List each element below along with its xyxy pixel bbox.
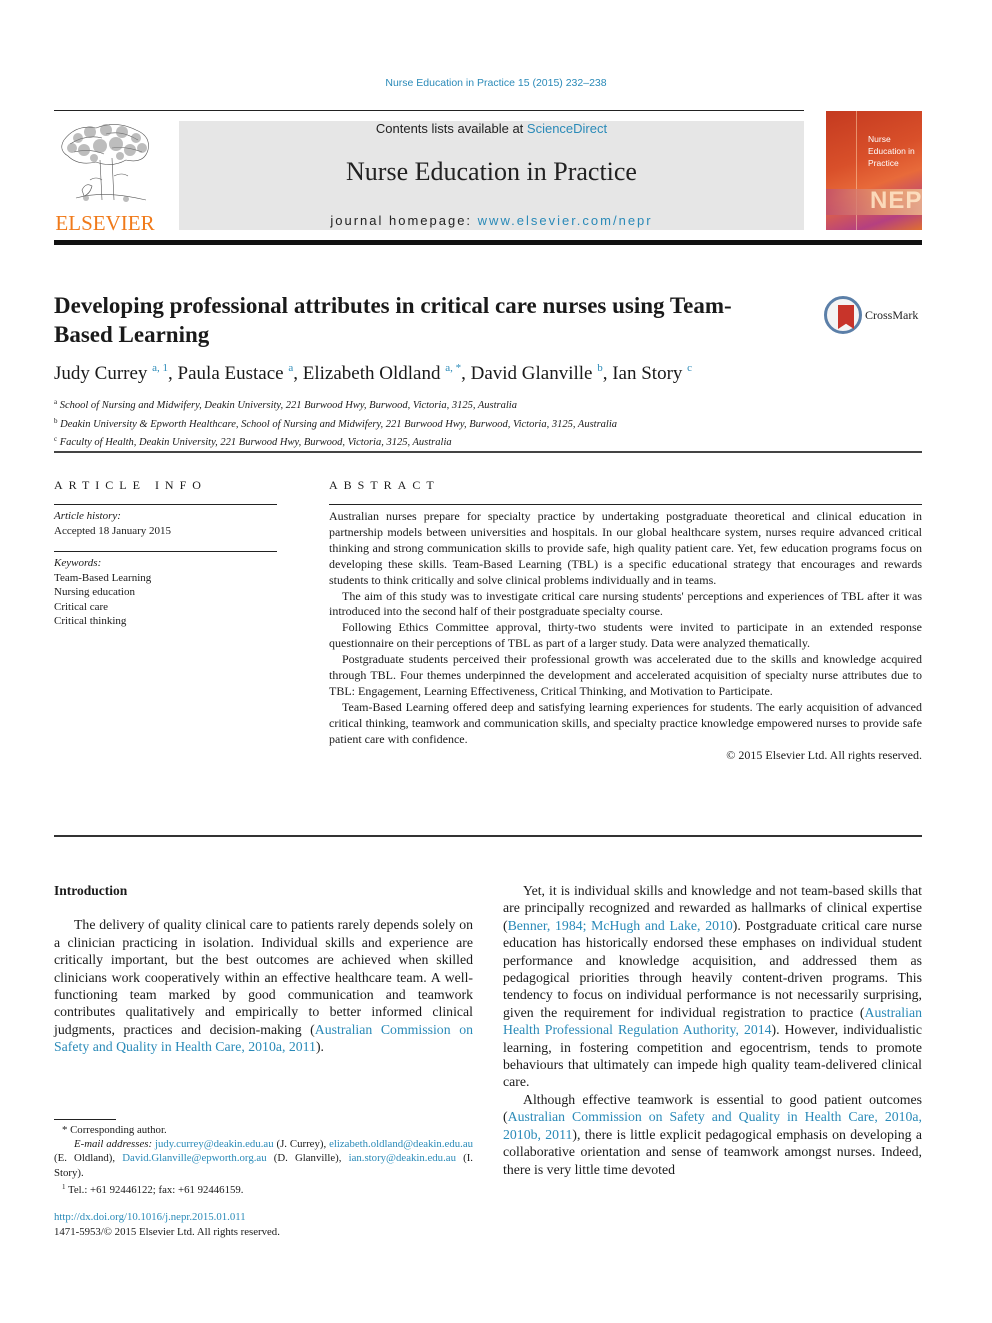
keyword-item: Nursing education — [54, 586, 135, 598]
article-history: Article history: Accepted 18 January 201… — [54, 509, 277, 538]
body-text: The delivery of quality clinical care to… — [54, 917, 473, 1037]
body-paragraph: Yet, it is individual skills and knowled… — [503, 882, 922, 1091]
running-head[interactable]: Nurse Education in Practice 15 (2015) 23… — [0, 77, 992, 89]
email-footnote: E-mail addresses: judy.currey@deakin.edu… — [54, 1137, 473, 1180]
abstract-paragraph: Following Ethics Committee approval, thi… — [329, 620, 922, 651]
divider — [54, 835, 922, 837]
body-paragraph: The delivery of quality clinical care to… — [54, 916, 473, 1055]
elsevier-logo[interactable]: ELSEVIER — [54, 118, 156, 234]
abstract-copyright: © 2015 Elsevier Ltd. All rights reserved… — [726, 747, 922, 762]
tel-footnote: 1 Tel.: +61 92446122; fax: +61 92446159. — [54, 1180, 473, 1197]
email-link[interactable]: David.Glanville@epworth.org.au — [122, 1152, 266, 1164]
abstract-heading: ABSTRACT — [329, 478, 440, 492]
affiliation-mark: b — [54, 416, 58, 425]
journal-homepage: journal homepage: www.elsevier.com/nepr — [179, 213, 804, 228]
affiliation-mark: a — [54, 398, 58, 406]
author-name: Paula Eustace — [177, 363, 284, 384]
keywords-label: Keywords: — [54, 557, 102, 569]
email-owner: (J. Currey), — [273, 1138, 330, 1151]
author-affiliation-mark[interactable]: a — [288, 362, 293, 374]
footnotes: * Corresponding author. E-mail addresses… — [54, 1123, 473, 1197]
cover-title-line: Education in — [868, 146, 915, 156]
crossmark-button[interactable]: CrossMark — [824, 296, 924, 334]
footnote-rule — [54, 1119, 116, 1120]
top-rule — [54, 110, 804, 111]
cover-title-line: Nurse — [868, 134, 891, 144]
author-affiliation-mark[interactable]: b — [597, 362, 603, 374]
affiliation-mark: c — [54, 435, 58, 443]
contents-prefix: Contents lists available at — [375, 121, 527, 136]
author-name: David Glanville — [470, 363, 593, 384]
keyword-item: Critical thinking — [54, 615, 127, 627]
contents-availability: Contents lists available at ScienceDirec… — [179, 121, 804, 136]
divider — [329, 504, 922, 505]
author-list: Judy Currey a, 1, Paula Eustace a, Eliza… — [54, 362, 693, 384]
body-paragraph: Although effective teamwork is essential… — [503, 1091, 922, 1178]
keywords: Keywords: Team-Based Learning Nursing ed… — [54, 556, 277, 629]
body-text: ). — [315, 1039, 324, 1055]
history-value: Accepted 18 January 2015 — [54, 524, 171, 537]
doi-block: http://dx.doi.org/10.1016/j.nepr.2015.01… — [54, 1210, 473, 1240]
cover-title: Nurse Education in Practice — [868, 133, 915, 169]
author-affiliation-mark[interactable]: c — [687, 362, 692, 374]
cover-acronym: NEP — [870, 187, 922, 214]
homepage-prefix: journal homepage: — [330, 213, 478, 228]
affiliation-item: a School of Nursing and Midwifery, Deaki… — [54, 395, 914, 414]
crossmark-label: CrossMark — [865, 308, 919, 322]
affiliation-text: School of Nursing and Midwifery, Deakin … — [59, 400, 517, 411]
abstract-paragraph: Postgraduate students perceived their pr… — [329, 652, 922, 698]
email-link[interactable]: judy.currey@deakin.edu.au — [155, 1138, 274, 1150]
doi-link[interactable]: http://dx.doi.org/10.1016/j.nepr.2015.01… — [54, 1211, 246, 1223]
elsevier-wordmark: ELSEVIER — [55, 211, 155, 235]
divider — [54, 504, 277, 505]
author-affiliation-mark[interactable]: a, 1 — [152, 362, 168, 374]
keyword-item: Critical care — [54, 600, 109, 613]
article-title: Developing professional attributes in cr… — [54, 293, 732, 347]
author-name: Judy Currey — [54, 363, 148, 384]
tel-text: Tel.: +61 92446122; fax: +61 92446159. — [65, 1183, 244, 1196]
abstract-paragraph: Team-Based Learning offered deep and sat… — [329, 699, 922, 746]
sciencedirect-link[interactable]: ScienceDirect — [527, 121, 607, 136]
citation-link[interactable]: Benner, 1984; McHugh and Lake, 2010 — [508, 918, 733, 933]
journal-cover-thumbnail[interactable]: Nurse Education in Practice NEP — [826, 111, 922, 230]
body-column-left: Introduction The delivery of quality cli… — [54, 882, 473, 1056]
author-name: Elizabeth Oldland — [302, 363, 441, 384]
author-affiliation-mark[interactable]: a, * — [445, 362, 461, 374]
journal-name: Nurse Education in Practice — [346, 157, 637, 186]
affiliation-item: c Faculty of Health, Deakin University, … — [54, 432, 914, 451]
elsevier-tree-icon — [61, 124, 149, 202]
email-link[interactable]: ian.story@deakin.edu.au — [349, 1152, 456, 1164]
email-owner: (D. Glanville), — [266, 1152, 349, 1165]
masthead-rule — [54, 240, 922, 245]
abstract-paragraph: The aim of this study was to investigate… — [329, 588, 922, 619]
author-name: Ian Story — [612, 363, 683, 384]
section-heading: Introduction — [54, 883, 128, 898]
issn-copyright: 1471-5953/© 2015 Elsevier Ltd. All right… — [54, 1226, 280, 1238]
journal-masthead: Contents lists available at ScienceDirec… — [179, 121, 804, 230]
keyword-item: Team-Based Learning — [54, 571, 152, 584]
article-info-heading: ARTICLE INFO — [54, 478, 207, 492]
history-label: Article history: — [54, 510, 121, 522]
body-column-right: Yet, it is individual skills and knowled… — [503, 882, 922, 1178]
affiliation-item: b Deakin University & Epworth Healthcare… — [54, 414, 914, 433]
abstract-paragraph: Australian nurses prepare for specialty … — [329, 509, 922, 587]
affiliation-text: Faculty of Health, Deakin University, 22… — [59, 437, 452, 448]
journal-citation-link[interactable]: Nurse Education in Practice 15 (2015) 23… — [385, 77, 606, 89]
email-owner: (E. Oldland), — [54, 1152, 123, 1165]
affiliation-text: Deakin University & Epworth Healthcare, … — [60, 418, 617, 430]
homepage-link[interactable]: www.elsevier.com/nepr — [478, 213, 653, 228]
cover-title-line: Practice — [868, 158, 899, 168]
crossmark-bookmark-icon — [838, 305, 854, 329]
crossmark-icon — [824, 296, 862, 334]
divider — [54, 551, 277, 552]
email-label: E-mail addresses: — [74, 1138, 153, 1151]
email-link[interactable]: elizabeth.oldland@deakin.edu.au — [329, 1138, 473, 1150]
divider — [54, 451, 922, 453]
affiliations: a School of Nursing and Midwifery, Deaki… — [54, 395, 914, 451]
body-text: ). Postgraduate critical care nurse educ… — [503, 917, 922, 1020]
abstract-body: Australian nurses prepare for specialty … — [329, 509, 922, 764]
corresponding-author-note: * Corresponding author. — [62, 1124, 167, 1136]
